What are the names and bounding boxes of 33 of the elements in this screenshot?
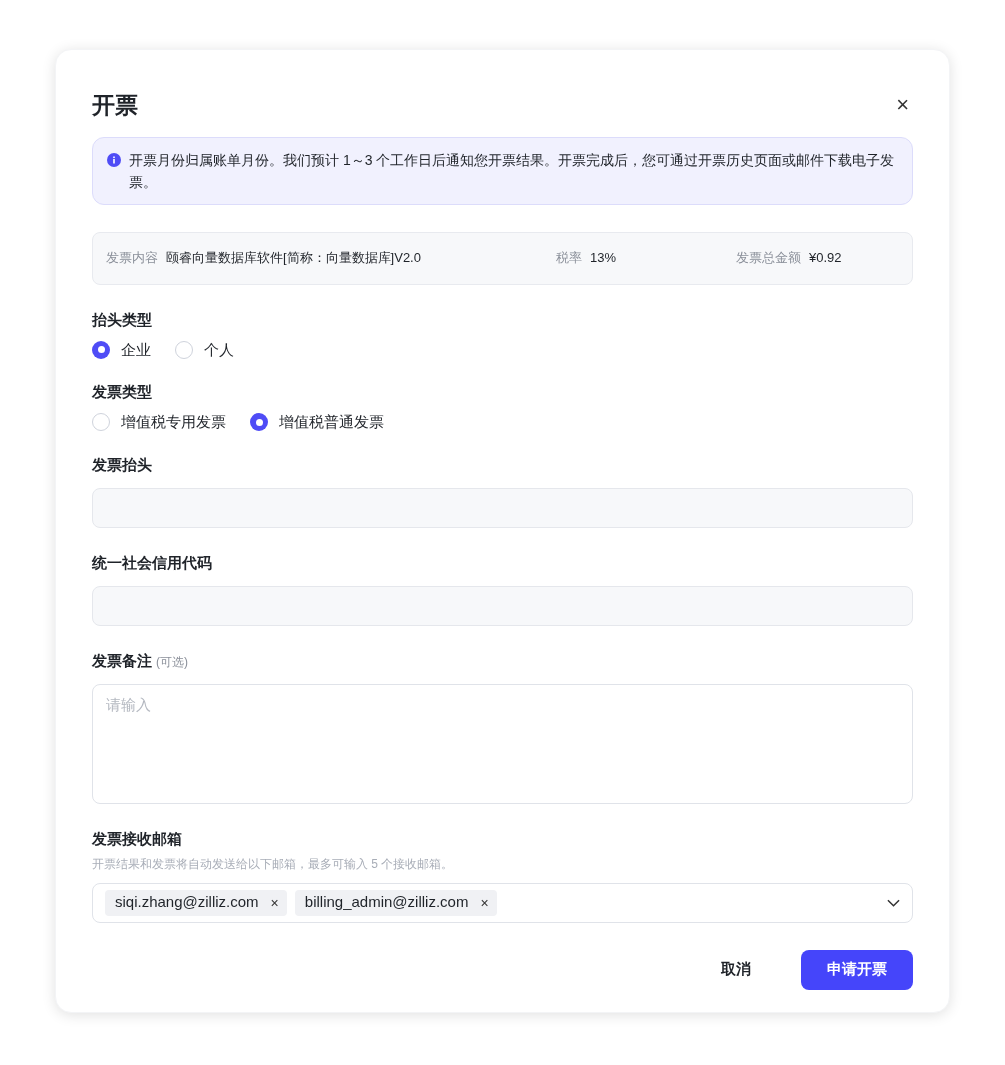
field-label: 发票类型 (92, 382, 152, 402)
field-label: 发票备注 (92, 650, 152, 671)
remove-button[interactable]: × (270, 895, 279, 910)
field-label: 抬头类型 (92, 309, 152, 330)
info-text: 开票月份归属账单月份。我们预计 1～3 个工作日后通知您开票结果。开票完成后，您可通过开票历史页面或邮件下载电子发票。 (129, 150, 896, 192)
summary-label: 发票总金额 (736, 249, 801, 268)
input-field[interactable] (92, 585, 913, 626)
hint-text: 开票结果和发票将自动发送给以下邮箱，最多可输入 5 个接收邮箱。 (92, 855, 455, 873)
field-label: 发票接收邮箱 (92, 828, 182, 849)
radio-option[interactable]: 个人 (175, 338, 234, 361)
cancel-button[interactable]: 取消 (701, 949, 771, 990)
summary-value: ¥0.92 (809, 249, 842, 268)
radio-option[interactable]: 增值税普通发票 (250, 411, 384, 434)
field-label: 发票抬头 (92, 454, 152, 475)
email-tag: siqi.zhang@zilliz.com (115, 891, 259, 914)
textarea-field[interactable]: 请输入 (92, 683, 913, 804)
chevron-down-icon (887, 898, 900, 907)
close-button[interactable]: × (892, 94, 913, 117)
remove-button[interactable]: × (480, 895, 489, 910)
summary-label: 发票内容 (106, 249, 158, 268)
radio-option[interactable]: 增值税专用发票 (92, 411, 226, 434)
info-icon (107, 152, 121, 167)
summary-label: 税率 (556, 249, 582, 268)
field-label: 统一社会信用代码 (92, 552, 212, 573)
email-select[interactable]: siqi.zhang@zilliz.com × billing_admin@zilliz.com × (92, 882, 913, 923)
input-field[interactable] (92, 487, 913, 528)
submit-button[interactable]: 申请开票 (801, 949, 913, 990)
optional-label: (可选) (156, 653, 188, 671)
dialog-title: 开票 (92, 91, 138, 120)
summary-value: 颐睿向量数据库软件[简称：向量数据库]V2.0 (166, 249, 421, 268)
radio-option[interactable]: 企业 (92, 338, 151, 361)
email-tag: billing_admin@zilliz.com (304, 891, 469, 914)
summary-value: 13% (590, 249, 617, 268)
